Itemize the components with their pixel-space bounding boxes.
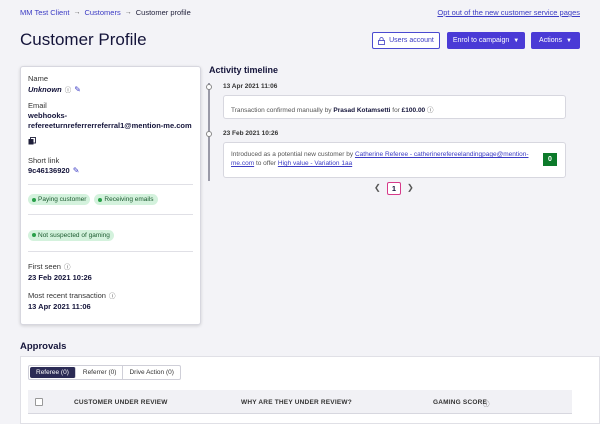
users-account-button[interactable]: Users account [372, 32, 440, 49]
enrol-campaign-label: Enrol to campaign [452, 37, 510, 44]
column-header[interactable]: WHY ARE THEY UNDER REVIEW? [241, 399, 352, 406]
status-badge: Receiving emails [94, 194, 158, 205]
paying-customer-label: Paying customer [38, 196, 87, 203]
help-icon[interactable]: ⓘ [65, 84, 72, 94]
copy-icon[interactable] [28, 137, 36, 145]
email-label: Email [28, 101, 47, 110]
approvals-title: Approvals [20, 341, 67, 352]
timeline-marker [206, 131, 212, 137]
timeline-date: 23 Feb 2021 10:26 [223, 130, 279, 137]
tab-referrer[interactable]: Referrer (0) [77, 366, 124, 379]
tab-referee[interactable]: Referee (0) [30, 367, 76, 378]
enrol-campaign-button[interactable]: Enrol to campaign ▼ [447, 32, 525, 49]
optout-link[interactable]: Opt out of the new customer service page… [437, 8, 580, 17]
column-header[interactable]: CUSTOMER UNDER REVIEW [74, 399, 168, 406]
entry-text: Transaction confirmed manually by [231, 107, 332, 114]
divider [28, 184, 193, 185]
breadcrumb: MM Test Client → Customers → Customer pr… [20, 8, 191, 17]
recent-transaction-value: 13 Apr 2021 11:06 [28, 302, 91, 311]
breadcrumb-current: Customer profile [135, 8, 191, 17]
customer-profile-card: Name Unknown ⓘ ✎ Email webhooks- referee… [20, 66, 201, 325]
approvals-tabs: Referee (0) Referrer (0) Drive Action (0… [28, 365, 181, 380]
email-value-line2: refereeturnreferrerreferral1@mention-me.… [28, 121, 192, 130]
actions-label: Actions [539, 37, 562, 44]
breadcrumb-separator: → [73, 9, 81, 16]
entry-text: to offer [255, 160, 277, 168]
offer-link[interactable]: High value - Variation 1aa [278, 160, 352, 167]
entry-text: for [392, 107, 400, 114]
entry-amount: £100.00 [401, 107, 426, 114]
status-dot-icon [32, 197, 36, 202]
first-seen-value: 23 Feb 2021 10:26 [28, 273, 92, 282]
prev-page-icon[interactable]: ❮ [374, 183, 381, 192]
users-account-label: Users account [389, 37, 434, 44]
status-dot-icon [32, 233, 36, 237]
timeline-title: Activity timeline [209, 65, 279, 75]
timeline-entry: Transaction confirmed manually by Prasad… [223, 95, 566, 119]
approvals-table-header: CUSTOMER UNDER REVIEW WHY ARE THEY UNDER… [28, 390, 572, 414]
short-link-label: Short link [28, 156, 60, 165]
edit-name-icon[interactable]: ✎ [74, 85, 81, 94]
receiving-emails-label: Receiving emails [104, 196, 154, 203]
name-label: Name [28, 74, 49, 83]
status-badge: Paying customer [28, 194, 91, 205]
entry-text: Introduced as a potential new customer b… [231, 151, 354, 158]
timeline-marker [206, 84, 212, 90]
actions-button[interactable]: Actions ▼ [531, 32, 580, 49]
short-link-value: 9c46136920 [28, 166, 70, 175]
recent-transaction-label: Most recent transaction [28, 290, 106, 300]
breadcrumb-client-link[interactable]: MM Test Client [20, 8, 69, 17]
next-page-icon[interactable]: ❯ [407, 183, 414, 192]
chevron-down-icon: ▼ [566, 37, 572, 44]
gaming-status-label: Not suspected of gaming [38, 231, 110, 239]
column-header[interactable]: GAMING SCORE [433, 399, 487, 406]
status-dot-icon [98, 197, 103, 202]
help-icon[interactable]: ⓘ [427, 107, 434, 114]
tab-drive-action[interactable]: Drive Action (0) [123, 366, 179, 379]
select-all-checkbox[interactable] [35, 398, 43, 406]
breadcrumb-separator: → [124, 9, 132, 16]
page-number-current[interactable]: 1 [387, 182, 401, 195]
name-value: Unknown [28, 84, 62, 94]
edit-short-link-icon[interactable]: ✎ [73, 166, 80, 175]
help-icon[interactable]: ⓘ [109, 290, 116, 300]
help-icon[interactable]: ⓘ [64, 261, 71, 271]
entry-person: Prasad Kotamsetti [333, 107, 391, 114]
score-badge: 0 [543, 153, 557, 166]
timeline-entry: Introduced as a potential new customer b… [223, 142, 566, 178]
email-value-line1: webhooks- [28, 111, 68, 120]
first-seen-label: First seen [28, 261, 61, 271]
page-title: Customer Profile [20, 30, 147, 49]
divider [28, 214, 193, 215]
help-icon[interactable]: ⓘ [483, 398, 490, 408]
breadcrumb-customers-link[interactable]: Customers [84, 8, 120, 17]
divider [28, 251, 193, 252]
gaming-status-badge: Not suspected of gaming [28, 229, 114, 241]
chevron-down-icon: ▼ [513, 37, 520, 44]
lock-icon [378, 36, 386, 45]
timeline-date: 13 Apr 2021 11:06 [223, 83, 278, 90]
